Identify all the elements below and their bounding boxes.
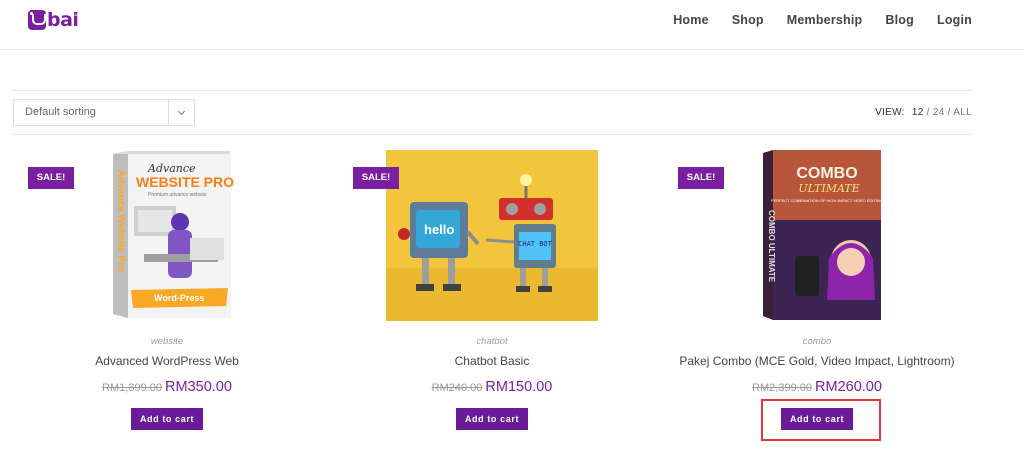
combo-ultimate-box-image: COMBO ULTIMATE PERFECT COMBINATION OF HI…	[763, 150, 883, 320]
main-nav: Home Shop Membership Blog Login	[650, 12, 972, 28]
sorting-select[interactable]: Default sorting	[13, 99, 195, 126]
sale-badge: SALE!	[353, 167, 399, 189]
original-price: RM240.00	[431, 382, 483, 394]
box-subtitle: Premium advance website	[148, 192, 207, 198]
product-price: RM240.00 RM150.00	[332, 378, 652, 396]
product-category[interactable]: combo	[657, 336, 977, 347]
chevron-down-icon	[177, 107, 186, 115]
add-to-cart-button[interactable]: Add to cart	[456, 408, 528, 430]
add-to-cart-button[interactable]: Add to cart	[131, 408, 203, 430]
nav-shop[interactable]: Shop	[732, 12, 764, 28]
box-side-text: Advance Website Pro	[115, 170, 126, 272]
sale-badge: SALE!	[28, 167, 74, 189]
view-label: VIEW:	[875, 107, 905, 118]
nav-home[interactable]: Home	[673, 12, 709, 28]
toolbar-bottom-divider	[12, 134, 972, 135]
view-option-all[interactable]: ALL	[953, 107, 972, 118]
product-image-combo[interactable]: COMBO ULTIMATE PERFECT COMBINATION OF HI…	[711, 150, 923, 321]
view-option-12[interactable]: 12	[912, 107, 924, 118]
product-name[interactable]: Chatbot Basic	[332, 354, 652, 368]
product-image-advanced-wordpress[interactable]: Advance WEBSITE PRO Premium advance webs…	[60, 150, 272, 321]
robot2-screen-text: CHAT BOT	[518, 240, 553, 248]
nav-blog[interactable]: Blog	[885, 12, 914, 28]
box-title-website-pro: WEBSITE PRO	[136, 174, 234, 190]
product-image-chatbot[interactable]: hello CHAT BOT	[386, 150, 598, 321]
box-title-ultimate: ULTIMATE	[798, 182, 859, 195]
product-name[interactable]: Advanced WordPress Web	[7, 354, 327, 368]
product-category[interactable]: chatbot	[332, 336, 652, 347]
box-subtitle: PERFECT COMBINATION OF HIGH IMPACT VIDEO…	[771, 198, 883, 203]
website-pro-box-image: Advance WEBSITE PRO Premium advance webs…	[113, 151, 234, 318]
per-page-selector: VIEW: 12 / 24 / ALL	[875, 107, 972, 118]
site-header: bai Home Shop Membership Blog Login	[0, 0, 1024, 50]
logo-mark-icon	[28, 10, 46, 30]
view-separator: /	[947, 107, 951, 118]
box-footer: Word-Press	[154, 293, 204, 303]
sorting-select-value: Default sorting	[25, 106, 96, 118]
product-price: RM1,399.00 RM350.00	[7, 378, 327, 396]
box-title-combo: COMBO	[796, 165, 857, 182]
sale-price: RM150.00	[485, 379, 553, 395]
product-category[interactable]: website	[7, 336, 327, 347]
logo-text: bai	[47, 9, 79, 31]
original-price: RM1,399.00	[102, 382, 163, 394]
sorting-dropdown-toggle[interactable]	[168, 100, 194, 125]
sale-price: RM260.00	[815, 379, 882, 395]
view-separator: /	[926, 107, 930, 118]
box-side-text: COMBO ULTIMATE	[767, 210, 776, 283]
site-logo[interactable]: bai	[28, 9, 79, 31]
nav-membership[interactable]: Membership	[787, 12, 863, 28]
original-price: RM2,399.00	[752, 382, 813, 394]
product-price: RM2,399.00 RM260.00	[657, 378, 977, 396]
sale-price: RM350.00	[165, 379, 232, 395]
toolbar-top-divider	[12, 90, 972, 91]
nav-login[interactable]: Login	[937, 12, 972, 28]
view-option-24[interactable]: 24	[933, 107, 945, 118]
robot1-screen-text: hello	[424, 222, 454, 237]
sale-badge: SALE!	[678, 167, 724, 189]
chatbot-robots-image: hello CHAT BOT	[386, 150, 598, 321]
highlight-box	[761, 399, 881, 441]
product-name[interactable]: Pakej Combo (MCE Gold, Video Impact, Lig…	[657, 354, 977, 368]
